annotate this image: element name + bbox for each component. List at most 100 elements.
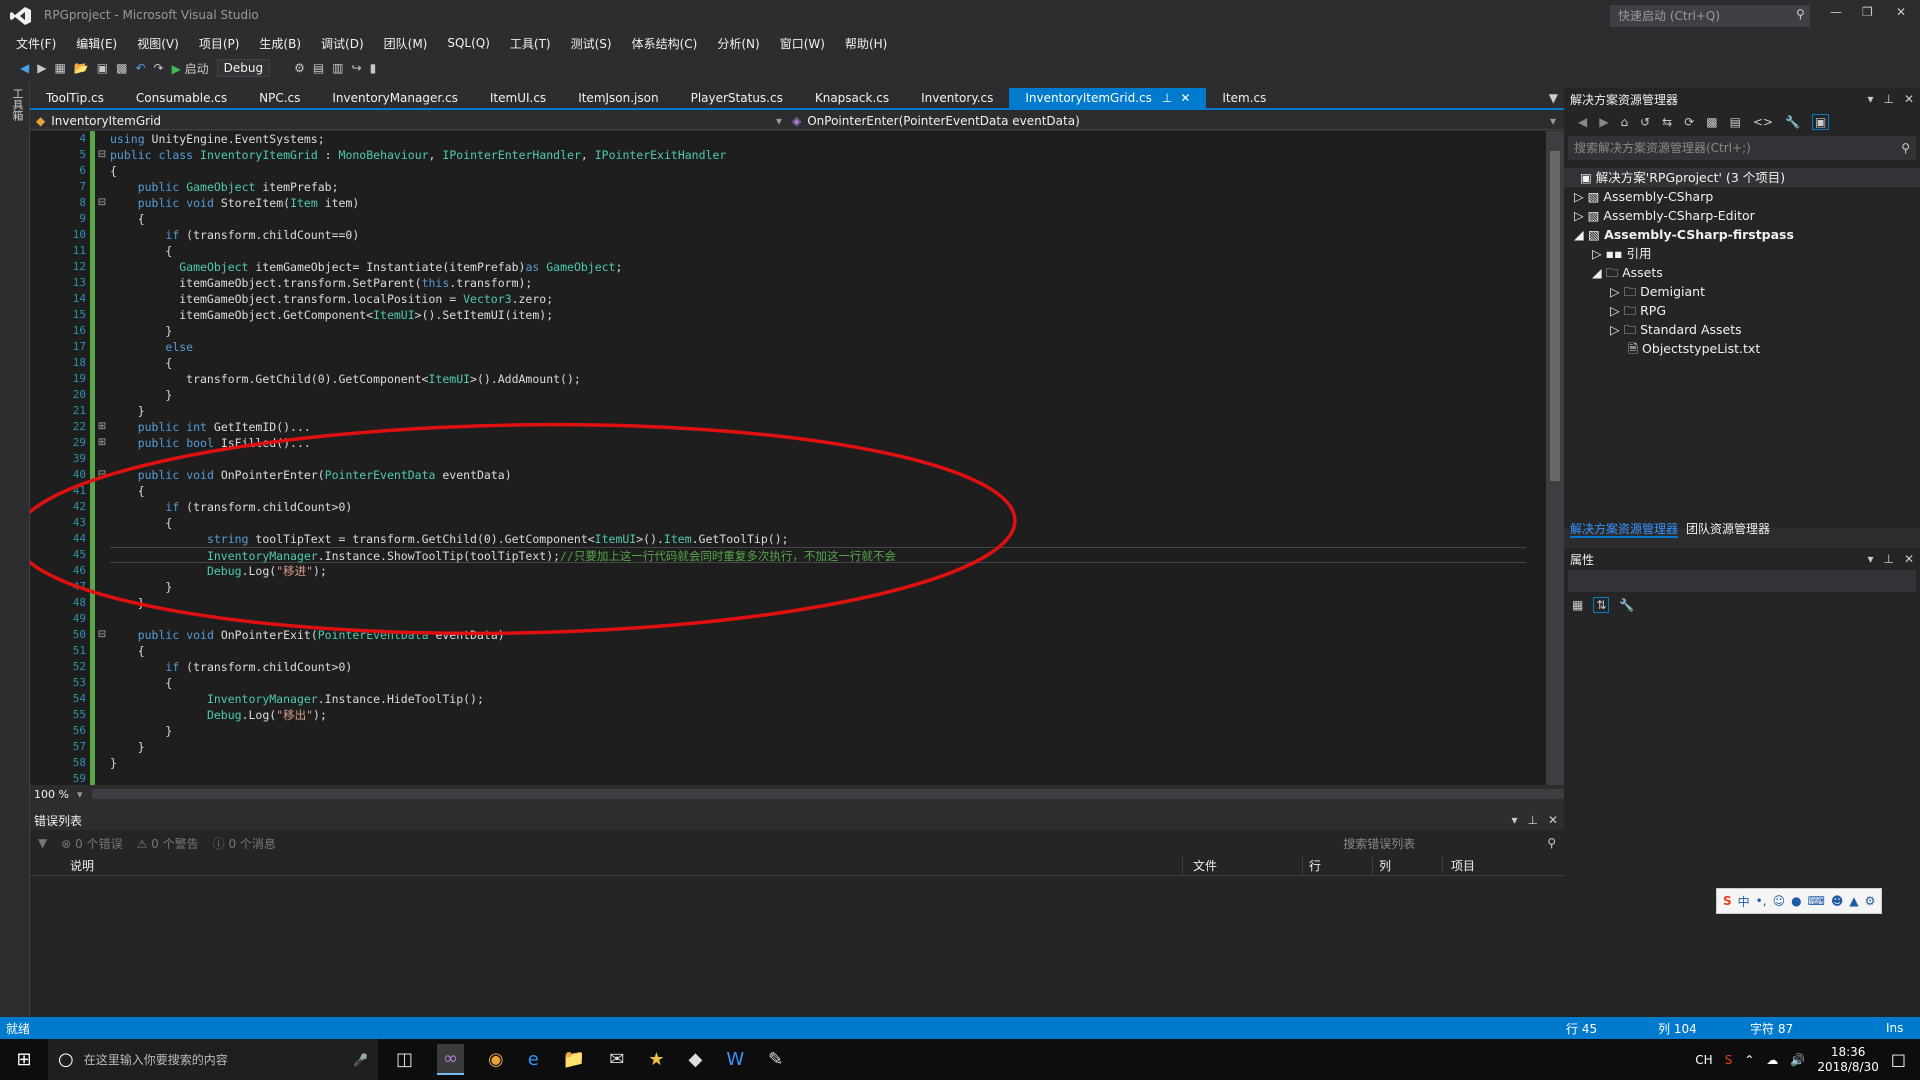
save-all-icon[interactable]: ▩ [116,61,127,75]
expand-icon[interactable]: ▷ [1610,303,1620,318]
code-line[interactable]: { [110,515,1526,531]
redo-icon[interactable]: ↷ [154,61,164,75]
code-line[interactable]: if (transform.childCount==0) [110,227,1526,243]
tree-item-references[interactable]: ▷ ▪▪ 引用 [1564,244,1920,263]
menu-test[interactable]: 测试(S) [561,35,622,52]
alphabetical-icon[interactable]: ⇅ [1593,597,1610,613]
tree-item-objectstypelist[interactable]: 🗎 ObjectstypeList.txt [1564,339,1920,358]
column-col[interactable]: 列 [1373,857,1443,874]
step-icon[interactable]: ↪ [352,61,362,75]
property-pages-icon[interactable]: 🔧 [1619,598,1634,612]
code-line[interactable]: public bool IsFilled()... [110,435,1526,451]
minimize-button[interactable]: — [1830,5,1842,19]
code-area[interactable]: using UnityEngine.EventSystems; public cl… [110,131,1526,785]
pin-icon[interactable]: ⊥ [1527,813,1537,827]
tab-item-ui[interactable]: ItemUI.cs [474,88,562,108]
pin-icon[interactable]: ⊥ [1883,552,1893,566]
search-icon[interactable]: ⚲ [1547,836,1556,850]
categorized-icon[interactable]: ▦ [1572,598,1583,612]
messages-filter[interactable]: ⓘ 0 个消息 [213,835,276,852]
tree-item-solution[interactable]: ▣ 解决方案'RPGproject' (3 个项目) [1564,168,1920,187]
horizontal-scrollbar[interactable] [92,789,1564,799]
tree-item-rpg[interactable]: ▷ 🗀 RPG [1564,301,1920,320]
code-line[interactable]: using UnityEngine.EventSystems; [110,131,1526,147]
punctuation-icon[interactable]: •, [1756,894,1767,908]
fold-toggle-icon[interactable]: ⊞ [95,435,109,451]
windows-start-icon[interactable]: ⊞ [0,1049,48,1070]
tab-inventory-manager[interactable]: InventoryManager.cs [316,88,473,108]
mail-icon[interactable]: ✉ [609,1049,624,1070]
open-file-icon[interactable]: 📂 [74,61,89,75]
scrollbar-thumb[interactable] [1550,151,1560,481]
code-line[interactable]: InventoryManager.Instance.ShowToolTip(to… [110,547,1526,563]
search-icon[interactable]: ⚲ [1796,7,1805,21]
task-view-icon[interactable]: ◫ [396,1049,413,1070]
user-icon[interactable]: ☻ [1831,894,1844,908]
back-icon[interactable]: ◀ [1578,115,1587,129]
network-icon[interactable]: ☁ [1766,1053,1778,1067]
fold-toggle-icon[interactable]: ⊟ [95,147,109,163]
menu-architecture[interactable]: 体系结构(C) [622,35,708,52]
quick-launch-input[interactable]: 快速启动 (Ctrl+Q) [1610,5,1810,27]
column-line[interactable]: 行 [1303,857,1373,874]
taskbar-search-box[interactable]: ○ 在这里输入你要搜索的内容 🎤 [48,1039,378,1080]
menu-help[interactable]: 帮助(H) [835,35,897,52]
code-line[interactable]: public GameObject itemPrefab; [110,179,1526,195]
panel-options-icon[interactable]: ▾ [1867,552,1873,566]
tree-item-assembly-csharp-firstpass[interactable]: ◢ ▧ Assembly-CSharp-firstpass [1564,225,1920,244]
expand-icon[interactable]: ▷ [1610,322,1620,337]
close-button[interactable]: ✕ [1896,5,1906,19]
pending-changes-icon[interactable]: ↺ [1640,115,1650,129]
code-line[interactable]: itemGameObject.GetComponent<ItemUI>().Se… [110,307,1526,323]
fold-toggle-icon[interactable]: ⊟ [95,467,109,483]
close-tab-icon[interactable]: ✕ [1180,91,1190,105]
errors-filter[interactable]: ⊗ 0 个错误 [61,835,122,852]
menu-sql[interactable]: SQL(Q) [437,36,500,50]
toolbox-tab[interactable]: 工具箱 [9,88,25,121]
keyboard-icon[interactable]: ⌨ [1808,894,1825,908]
file-explorer-icon[interactable]: 📁 [563,1049,585,1070]
tab-player-status[interactable]: PlayerStatus.cs [675,88,799,108]
code-line[interactable] [110,611,1526,627]
sync-icon[interactable]: ⇆ [1662,115,1672,129]
outlining-margin[interactable]: ⊟ ⊟ ⊞ ⊞ ⊟ ⊟ [95,131,109,785]
code-line[interactable]: itemGameObject.transform.localPosition =… [110,291,1526,307]
new-project-icon[interactable]: ▦ [54,61,65,75]
code-line[interactable]: } [110,323,1526,339]
class-dropdown[interactable]: ◆ InventoryItemGrid ▾ [30,114,782,128]
code-line[interactable]: Debug.Log("移出"); [110,707,1526,723]
panel-options-icon[interactable]: ▾ [1511,813,1517,827]
forward-icon[interactable]: ▶ [1599,115,1608,129]
tree-item-standard-assets[interactable]: ▷ 🗀 Standard Assets [1564,320,1920,339]
menu-edit[interactable]: 编辑(E) [66,35,127,52]
menu-analyze[interactable]: 分析(N) [707,35,769,52]
column-project[interactable]: 项目 [1443,857,1553,874]
game-app-icon[interactable]: ★ [648,1049,664,1070]
code-line[interactable]: } [110,739,1526,755]
column-file[interactable]: 文件 [1183,857,1303,874]
code-line[interactable]: } [110,387,1526,403]
tab-inventory[interactable]: Inventory.cs [905,88,1009,108]
tab-consumable[interactable]: Consumable.cs [120,88,243,108]
code-line[interactable]: transform.GetChild(0).GetComponent<ItemU… [110,371,1526,387]
column-description[interactable]: 说明 [30,857,1183,874]
tab-solution-explorer[interactable]: 解决方案资源管理器 [1570,520,1679,538]
close-icon[interactable]: ✕ [1904,552,1914,566]
language-indicator[interactable]: CH [1695,1053,1712,1067]
tab-dropdown-icon[interactable]: ▼ [1543,88,1564,108]
tree-item-demigiant[interactable]: ▷ 🗀 Demigiant [1564,282,1920,301]
expand-icon[interactable]: ▷ [1574,189,1584,204]
home-icon[interactable]: ⌂ [1620,115,1628,129]
menu-tools[interactable]: 工具(T) [500,35,561,52]
microphone-icon[interactable]: 🎤 [353,1053,368,1067]
tree-item-assembly-csharp[interactable]: ▷ ▧ Assembly-CSharp [1564,187,1920,206]
expand-icon[interactable]: ▷ [1610,284,1620,299]
code-line[interactable]: string toolTipText = transform.GetChild(… [110,531,1526,547]
chinese-mode-icon[interactable]: 中 [1738,893,1750,910]
zoom-level[interactable]: 100 % [30,788,69,801]
code-line[interactable]: { [110,675,1526,691]
zoom-dropdown-icon[interactable]: ▾ [77,788,83,801]
solution-search-input[interactable]: 搜索解决方案资源管理器(Ctrl+;) ⚲ [1568,136,1916,160]
code-line[interactable]: { [110,483,1526,499]
preview-icon[interactable]: ▣ [1812,114,1830,130]
